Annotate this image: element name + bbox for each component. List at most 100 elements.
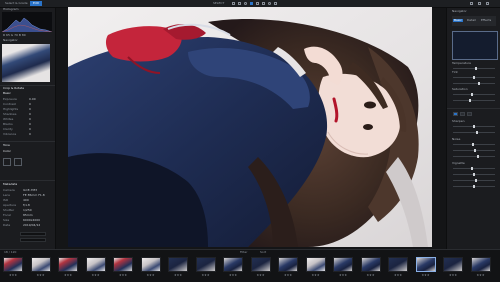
tab-select-grade[interactable]: Select & Grade [2,1,31,6]
filmstrip-thumb[interactable] [30,257,51,272]
navigator-thumbnail[interactable] [452,31,498,60]
compare-icon[interactable] [238,2,241,5]
filmstrip-thumb[interactable] [333,257,353,272]
metadata-label[interactable]: Metadata [3,183,17,186]
slider-knob[interactable] [472,143,475,146]
toggle-button[interactable] [467,112,472,116]
tab-edit[interactable]: Edit [30,1,42,6]
rotate-icon[interactable] [250,2,253,5]
histogram-values: R 65 G 70 B 80 [3,33,26,37]
navigator-preview[interactable] [2,44,50,82]
slider-track[interactable] [453,131,495,134]
adjust-row-value: 0 [29,102,31,106]
color-picker[interactable] [3,158,11,166]
heal-icon[interactable] [268,2,271,5]
slider-knob[interactable] [473,185,475,188]
filmstrip-thumb[interactable] [168,257,188,272]
slider-knob[interactable] [473,125,475,128]
thumb-rating: ★★★ [256,273,265,277]
tab-basic[interactable]: Basic [453,19,463,22]
toggle-button[interactable] [460,112,465,116]
text-field[interactable] [20,238,46,242]
tab-effects[interactable]: Effects [481,19,491,22]
slider-track[interactable] [453,67,495,70]
slider-knob[interactable] [473,149,476,152]
color-swatch[interactable] [14,158,22,166]
thumb-rating: ★★★ [448,273,458,277]
slider-label: Tint [452,70,458,74]
meta-key: Lens [3,193,10,197]
photo-viewer[interactable] [68,7,432,247]
slider-track[interactable] [453,93,495,96]
slider-track[interactable] [453,173,495,176]
slider-track[interactable] [453,149,495,152]
minimize-icon[interactable] [470,2,473,5]
slider-track[interactable] [453,143,495,146]
filmstrip-sort[interactable]: Sort [260,250,266,255]
filmstrip-thumb[interactable] [223,257,243,272]
section-header[interactable]: Tone [3,144,10,147]
filmstrip-thumb[interactable] [443,257,463,272]
slider-track[interactable] [453,76,495,79]
grid-icon[interactable] [232,2,235,5]
thumb-rating: ★★★ [476,273,485,277]
filmstrip-thumb[interactable] [388,257,408,272]
slider-knob[interactable] [475,179,478,182]
slider-track[interactable] [453,185,495,188]
filmstrip-filter[interactable]: Filter [240,250,247,255]
toggle-button[interactable] [453,112,458,116]
slider-knob[interactable] [473,173,475,176]
filmstrip-thumb[interactable] [415,257,436,272]
thumb-rating: ★★★ [201,273,210,277]
slider-track[interactable] [453,155,495,158]
filmstrip-thumb[interactable] [113,257,133,272]
filmstrip-thumb[interactable] [195,257,216,272]
meta-key: Size [3,218,10,222]
crop-icon[interactable] [256,2,259,5]
section-header[interactable]: Color [3,150,11,153]
filmstrip-thumb[interactable] [278,257,298,272]
slider-knob[interactable] [475,67,477,70]
histogram [1,12,53,33]
filmstrip-thumb[interactable] [305,257,326,272]
slider-knob[interactable] [477,82,480,85]
filmstrip-thumb[interactable] [58,257,78,272]
filmstrip-count: 18 / 120 [4,250,17,254]
divider [447,108,500,109]
slider-track[interactable] [453,99,495,102]
thumb-rating: ★★★ [91,273,100,277]
divider [0,141,55,142]
adjust-row[interactable]: Vibrance 0 [3,133,51,137]
section-header[interactable]: Crop & Rotate [3,87,24,90]
filmstrip-thumb[interactable] [250,257,271,272]
slider-knob[interactable] [470,167,473,170]
slider-knob[interactable] [469,99,471,102]
filmstrip-thumb[interactable] [85,257,106,272]
slider-knob[interactable] [476,131,479,134]
slider-track[interactable] [453,125,495,128]
adjust-row-label: Exposure [3,97,17,101]
info-icon[interactable] [274,2,277,5]
close-icon[interactable] [486,2,489,5]
slider-label: Saturation [452,87,468,91]
section-header[interactable]: Basic [3,92,11,95]
thumb-rating: ★★★ [311,273,320,277]
text-field[interactable] [20,232,46,236]
slider-track[interactable] [453,82,495,85]
filmstrip-thumb[interactable] [360,257,381,272]
slider-track[interactable] [453,179,495,182]
filmstrip-thumb[interactable] [140,257,161,272]
thumb-rating: ★★★ [8,273,18,277]
zoom-icon[interactable] [244,2,247,5]
adjust-row-value: 0 [29,132,31,136]
slider-knob[interactable] [473,76,475,79]
maximize-icon[interactable] [478,2,481,5]
brush-icon[interactable] [262,2,265,5]
slider-knob[interactable] [477,155,479,158]
slider-track[interactable] [453,167,495,170]
filmstrip-thumb[interactable] [470,257,491,272]
tab-detail[interactable]: Detail [467,19,476,22]
meta-key: Focal [3,213,11,217]
slider-knob[interactable] [471,93,473,96]
filmstrip-thumb[interactable] [3,257,23,272]
